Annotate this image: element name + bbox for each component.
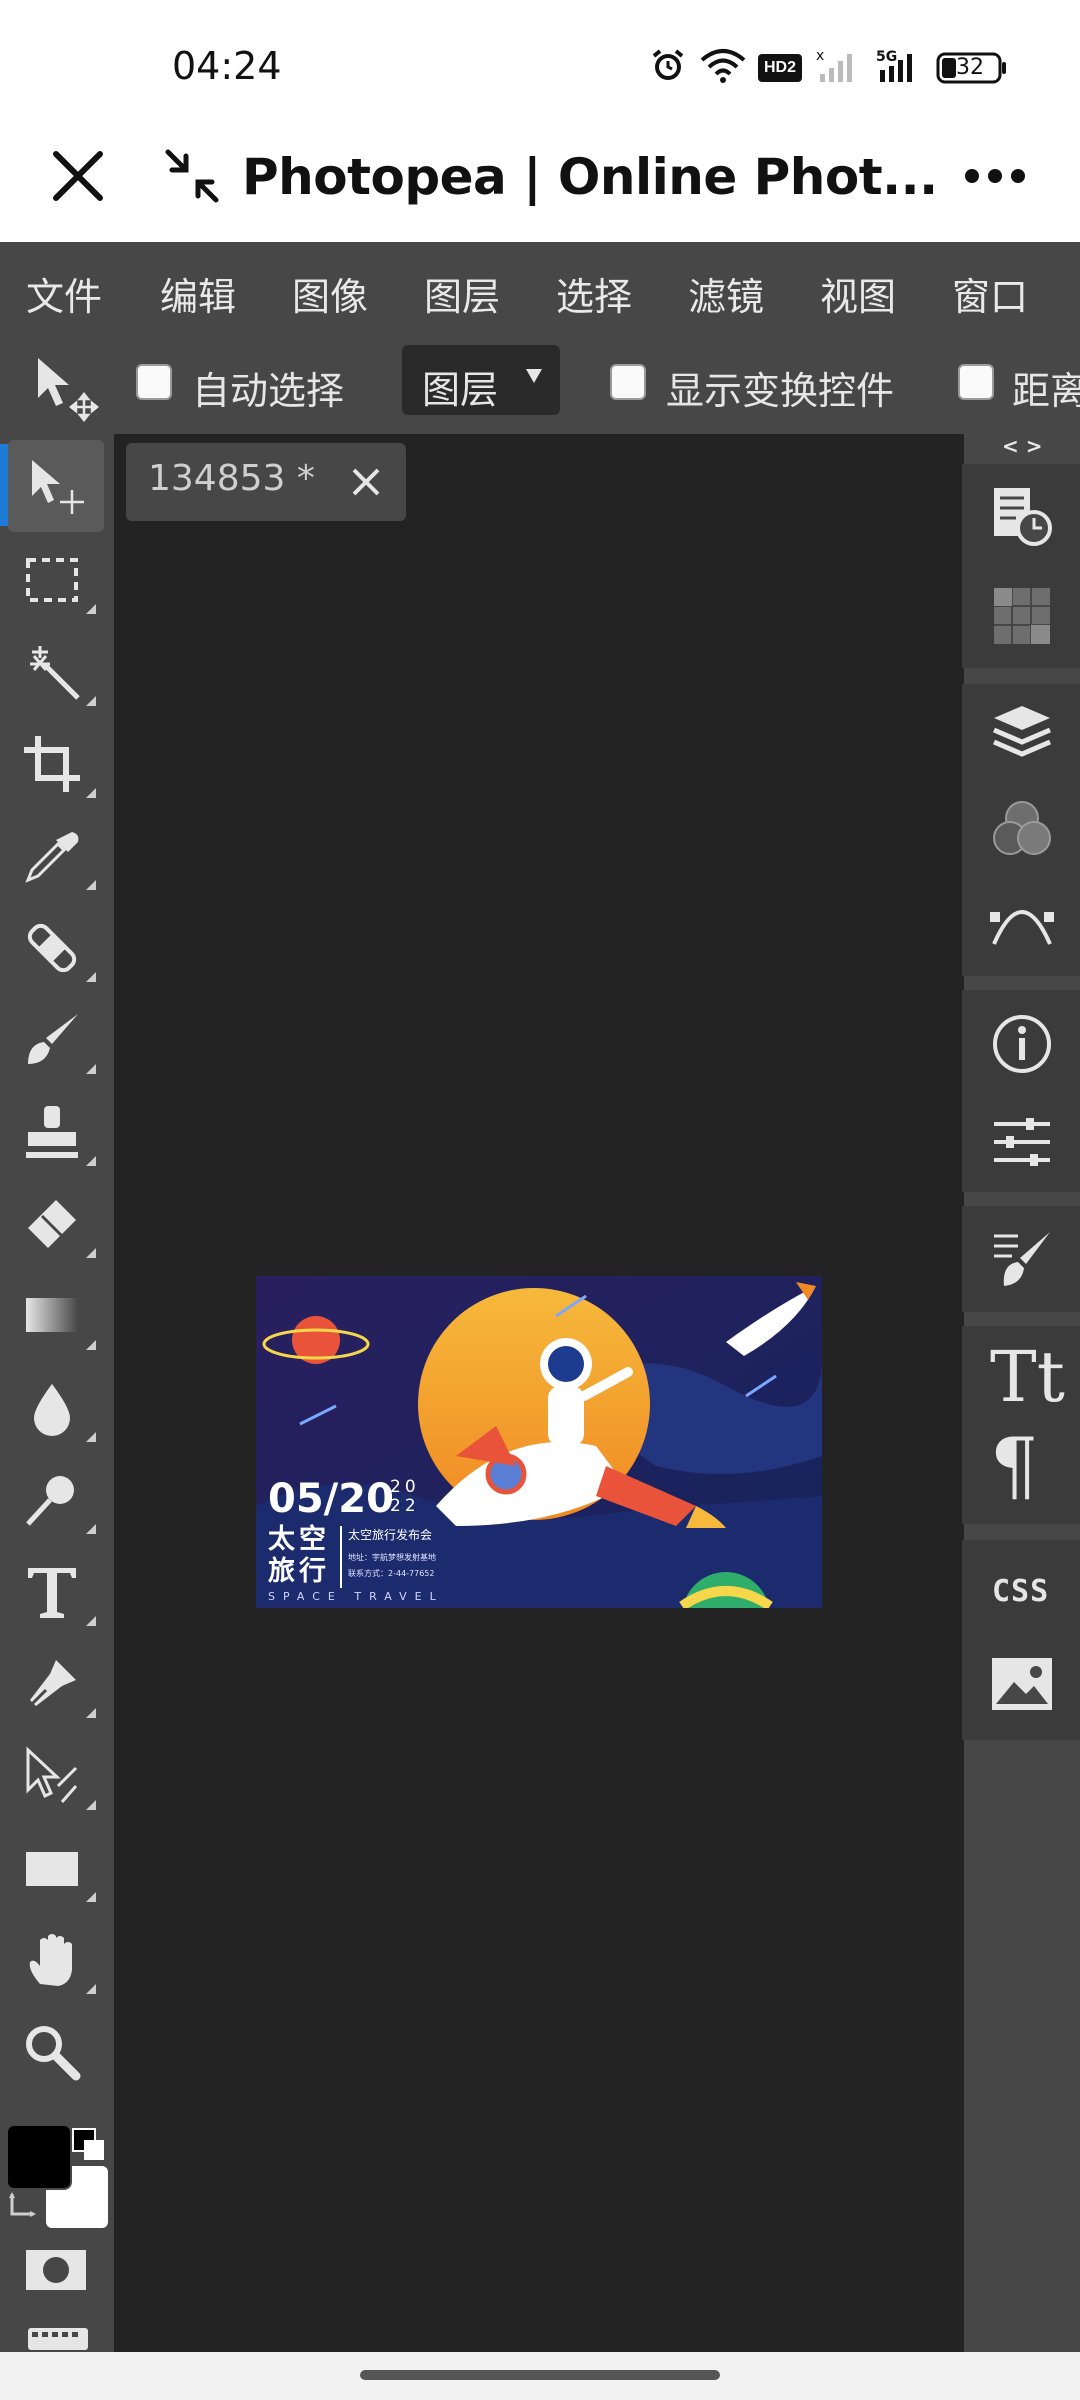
close-icon[interactable] [50, 148, 106, 204]
close-icon[interactable] [350, 466, 382, 498]
foreground-color-swatch[interactable] [6, 2124, 72, 2190]
type-tool[interactable] [0, 1544, 108, 1636]
brush-tool[interactable] [0, 992, 108, 1084]
pen-icon [28, 1660, 76, 1708]
menu-select[interactable]: 选择 [556, 266, 632, 321]
menu-layer[interactable]: 图层 [424, 266, 500, 321]
panel-collapse-toggle[interactable]: < > [1002, 434, 1042, 458]
move-tool[interactable] [8, 440, 104, 532]
brush-settings-icon[interactable] [990, 1228, 1054, 1292]
menu-window[interactable]: 窗口 [952, 266, 1028, 321]
page-title: Photopea | Online Phot... [242, 148, 938, 206]
marquee-tool[interactable] [0, 532, 108, 624]
document-tab-name: 134853 * [148, 458, 315, 499]
blur-tool[interactable] [0, 1360, 108, 1452]
artwork-address: 地址：宇航梦想发射基地 [348, 1553, 436, 1562]
shape-tool[interactable] [0, 1820, 108, 1912]
menu-image[interactable]: 图像 [292, 266, 368, 321]
svg-text:5G: 5G [876, 49, 897, 65]
crop-icon [24, 736, 80, 792]
magic-wand-icon [30, 646, 80, 700]
shrink-icon[interactable] [162, 146, 222, 206]
move-icon [32, 460, 84, 514]
dodge-tool[interactable] [0, 1452, 108, 1544]
eyedropper-tool[interactable] [0, 808, 108, 900]
menu-edit[interactable]: 编辑 [160, 266, 236, 321]
default-colors-bg-icon [84, 2140, 104, 2160]
dodge-icon [26, 1476, 74, 1526]
gradient-tool[interactable] [0, 1268, 108, 1360]
layers-icon[interactable] [990, 700, 1054, 764]
signal-5g-icon: 5G [876, 49, 912, 82]
hand-icon [29, 1934, 72, 1986]
hand-tool[interactable] [0, 1912, 108, 2004]
zoom-tool[interactable] [0, 2004, 108, 2096]
menu-file[interactable]: 文件 [26, 266, 102, 321]
paragraph-icon[interactable]: ¶ [990, 1426, 1038, 1506]
healing-tool[interactable] [0, 900, 108, 992]
menu-filter[interactable]: 滤镜 [688, 266, 764, 321]
type-icon [28, 1568, 76, 1618]
marquee-icon [26, 558, 78, 602]
channels-icon[interactable] [990, 798, 1054, 862]
svg-text:x: x [816, 48, 824, 64]
magic-wand-tool[interactable] [0, 624, 108, 716]
battery-level: 32 [956, 55, 984, 80]
artwork-divider [340, 1526, 342, 1588]
artwork-english-title: SPACE TRAVEL [268, 1590, 444, 1603]
history-icon[interactable] [990, 484, 1054, 548]
show-transform-checkbox[interactable] [610, 364, 646, 400]
eraser-tool[interactable] [0, 1176, 108, 1268]
artwork-subtitle: 太空旅行发布会 [348, 1528, 433, 1542]
distance-label: 距离 [1012, 369, 1080, 413]
eyedropper-icon [25, 832, 79, 883]
auto-select-label: 自动选择 [192, 369, 345, 413]
image-icon[interactable] [990, 1656, 1054, 1712]
path-select-icon [26, 1746, 78, 1803]
css-icon[interactable]: CSS [992, 1574, 1049, 1609]
gradient-icon [26, 1298, 78, 1332]
swap-colors-icon[interactable] [8, 2190, 40, 2222]
keyboard-icon[interactable] [28, 2326, 88, 2352]
rectangle-icon [26, 1852, 78, 1886]
artwork-contact: 联系方式：2-44-77652 [348, 1569, 435, 1578]
character-icon[interactable]: Tt [990, 1336, 1065, 1418]
paths-icon[interactable] [990, 890, 1054, 954]
layer-select[interactable]: 图层 [402, 345, 560, 415]
wifi-icon [700, 49, 746, 83]
eraser-icon [28, 1200, 76, 1248]
layer-select-value: 图层 [422, 368, 499, 412]
signal-off-icon: x [816, 48, 852, 82]
document-image[interactable]: 05/20 2022 太空旅行 太空旅行发布会 地址：宇航梦想发射基地 联系方式… [256, 1276, 822, 1608]
drop-icon [34, 1384, 70, 1436]
menu-view[interactable]: 视图 [820, 266, 896, 321]
adjustments-icon[interactable] [990, 1110, 1054, 1174]
swatches-icon[interactable] [990, 584, 1054, 648]
healing-icon [27, 923, 77, 973]
artwork-title: 太空旅行 [268, 1524, 330, 1587]
info-icon[interactable] [990, 1012, 1054, 1076]
alarm-icon [652, 49, 684, 80]
stamp-icon [26, 1106, 78, 1158]
artwork-date: 05/20 [268, 1476, 394, 1522]
artwork-year: 2022 [390, 1477, 420, 1516]
move-tool-icon[interactable] [30, 354, 100, 424]
hd-icon: HD2 [758, 54, 802, 82]
show-transform-label: 显示变换控件 [666, 369, 895, 413]
status-time: 04:24 [172, 44, 282, 88]
quick-mask-icon[interactable] [24, 2248, 88, 2292]
crop-tool[interactable] [0, 716, 108, 808]
more-icon[interactable] [964, 166, 1026, 186]
auto-select-checkbox[interactable] [136, 364, 172, 400]
pen-tool[interactable] [0, 1636, 108, 1728]
brush-icon [28, 1014, 78, 1064]
zoom-icon [26, 2026, 81, 2081]
home-indicator[interactable] [360, 2370, 720, 2380]
clone-stamp-tool[interactable] [0, 1084, 108, 1176]
path-select-tool[interactable] [0, 1728, 108, 1820]
dropdown-arrow-icon [526, 369, 542, 383]
distance-checkbox[interactable] [958, 364, 994, 400]
